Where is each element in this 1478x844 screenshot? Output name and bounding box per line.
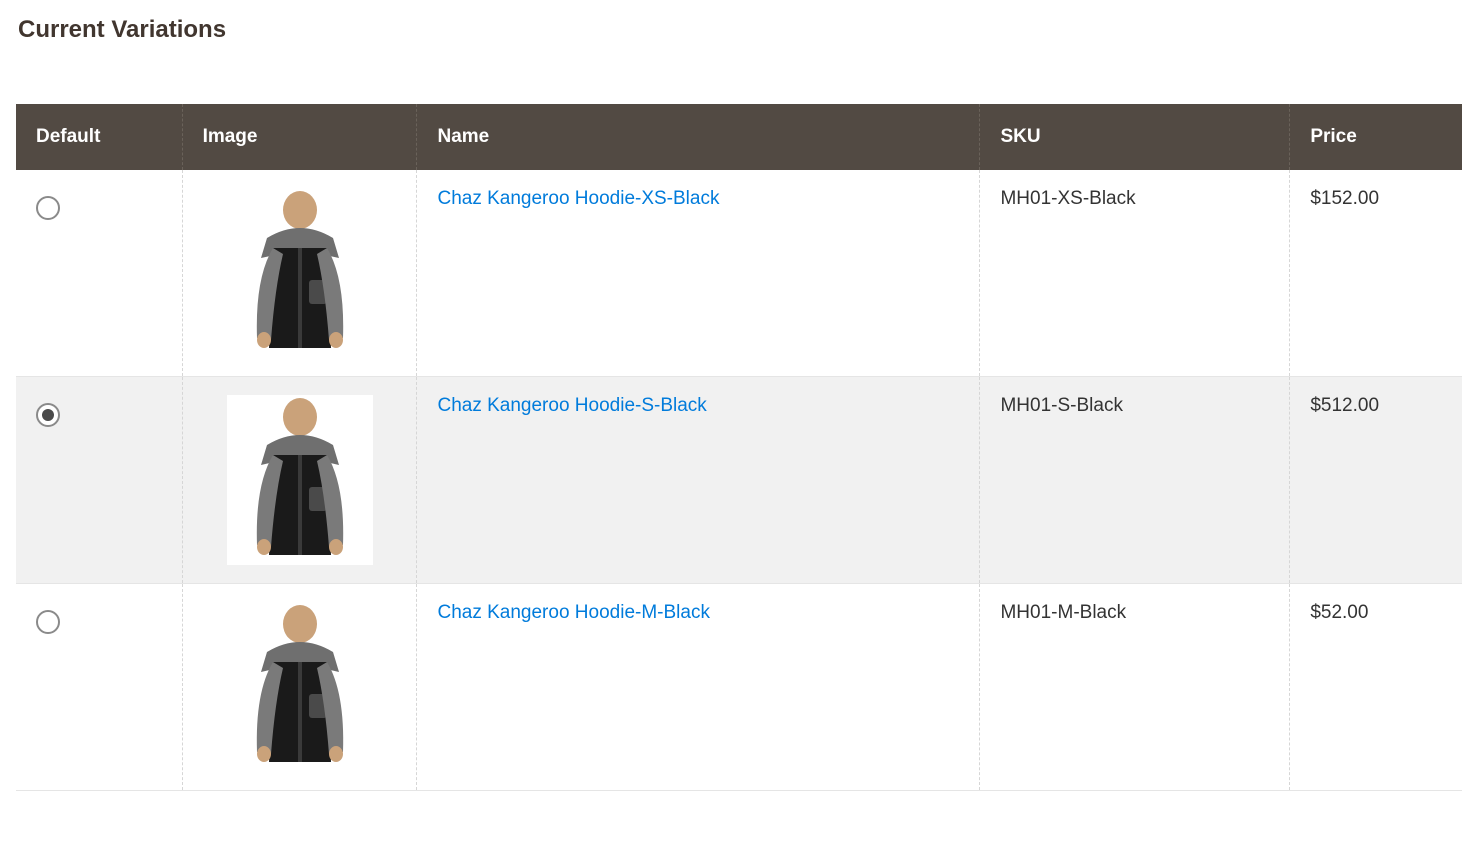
cell-image [182, 584, 417, 791]
col-header-price: Price [1290, 104, 1462, 170]
cell-price: $52.00 [1290, 584, 1462, 791]
cell-name: Chaz Kangeroo Hoodie-XS-Black [417, 170, 980, 377]
cell-sku: MH01-S-Black [980, 377, 1290, 584]
default-radio[interactable] [36, 403, 60, 427]
table-row: Chaz Kangeroo Hoodie-M-Black MH01-M-Black… [16, 584, 1462, 791]
cell-name: Chaz Kangeroo Hoodie-M-Black [417, 584, 980, 791]
cell-image [182, 377, 417, 584]
product-name-link[interactable]: Chaz Kangeroo Hoodie-M-Black [437, 602, 709, 623]
product-thumbnail[interactable] [227, 602, 373, 772]
product-name-link[interactable]: Chaz Kangeroo Hoodie-XS-Black [437, 188, 719, 209]
cell-price: $512.00 [1290, 377, 1462, 584]
table-row: Chaz Kangeroo Hoodie-S-Black MH01-S-Black… [16, 377, 1462, 584]
product-thumbnail[interactable] [227, 395, 373, 565]
cell-default [16, 170, 182, 377]
default-radio[interactable] [36, 610, 60, 634]
cell-price: $152.00 [1290, 170, 1462, 377]
cell-image [182, 170, 417, 377]
cell-default [16, 377, 182, 584]
variations-table: Default Image Name SKU Price Chaz Kanger… [16, 104, 1462, 791]
default-radio[interactable] [36, 196, 60, 220]
cell-default [16, 584, 182, 791]
col-header-default: Default [16, 104, 182, 170]
cell-sku: MH01-XS-Black [980, 170, 1290, 377]
table-header-row: Default Image Name SKU Price [16, 104, 1462, 170]
cell-sku: MH01-M-Black [980, 584, 1290, 791]
table-row: Chaz Kangeroo Hoodie-XS-Black MH01-XS-Bla… [16, 170, 1462, 377]
section-title: Current Variations [18, 16, 1462, 44]
col-header-name: Name [417, 104, 980, 170]
col-header-image: Image [182, 104, 417, 170]
product-thumbnail[interactable] [227, 188, 373, 358]
col-header-sku: SKU [980, 104, 1290, 170]
cell-name: Chaz Kangeroo Hoodie-S-Black [417, 377, 980, 584]
product-name-link[interactable]: Chaz Kangeroo Hoodie-S-Black [437, 395, 706, 416]
